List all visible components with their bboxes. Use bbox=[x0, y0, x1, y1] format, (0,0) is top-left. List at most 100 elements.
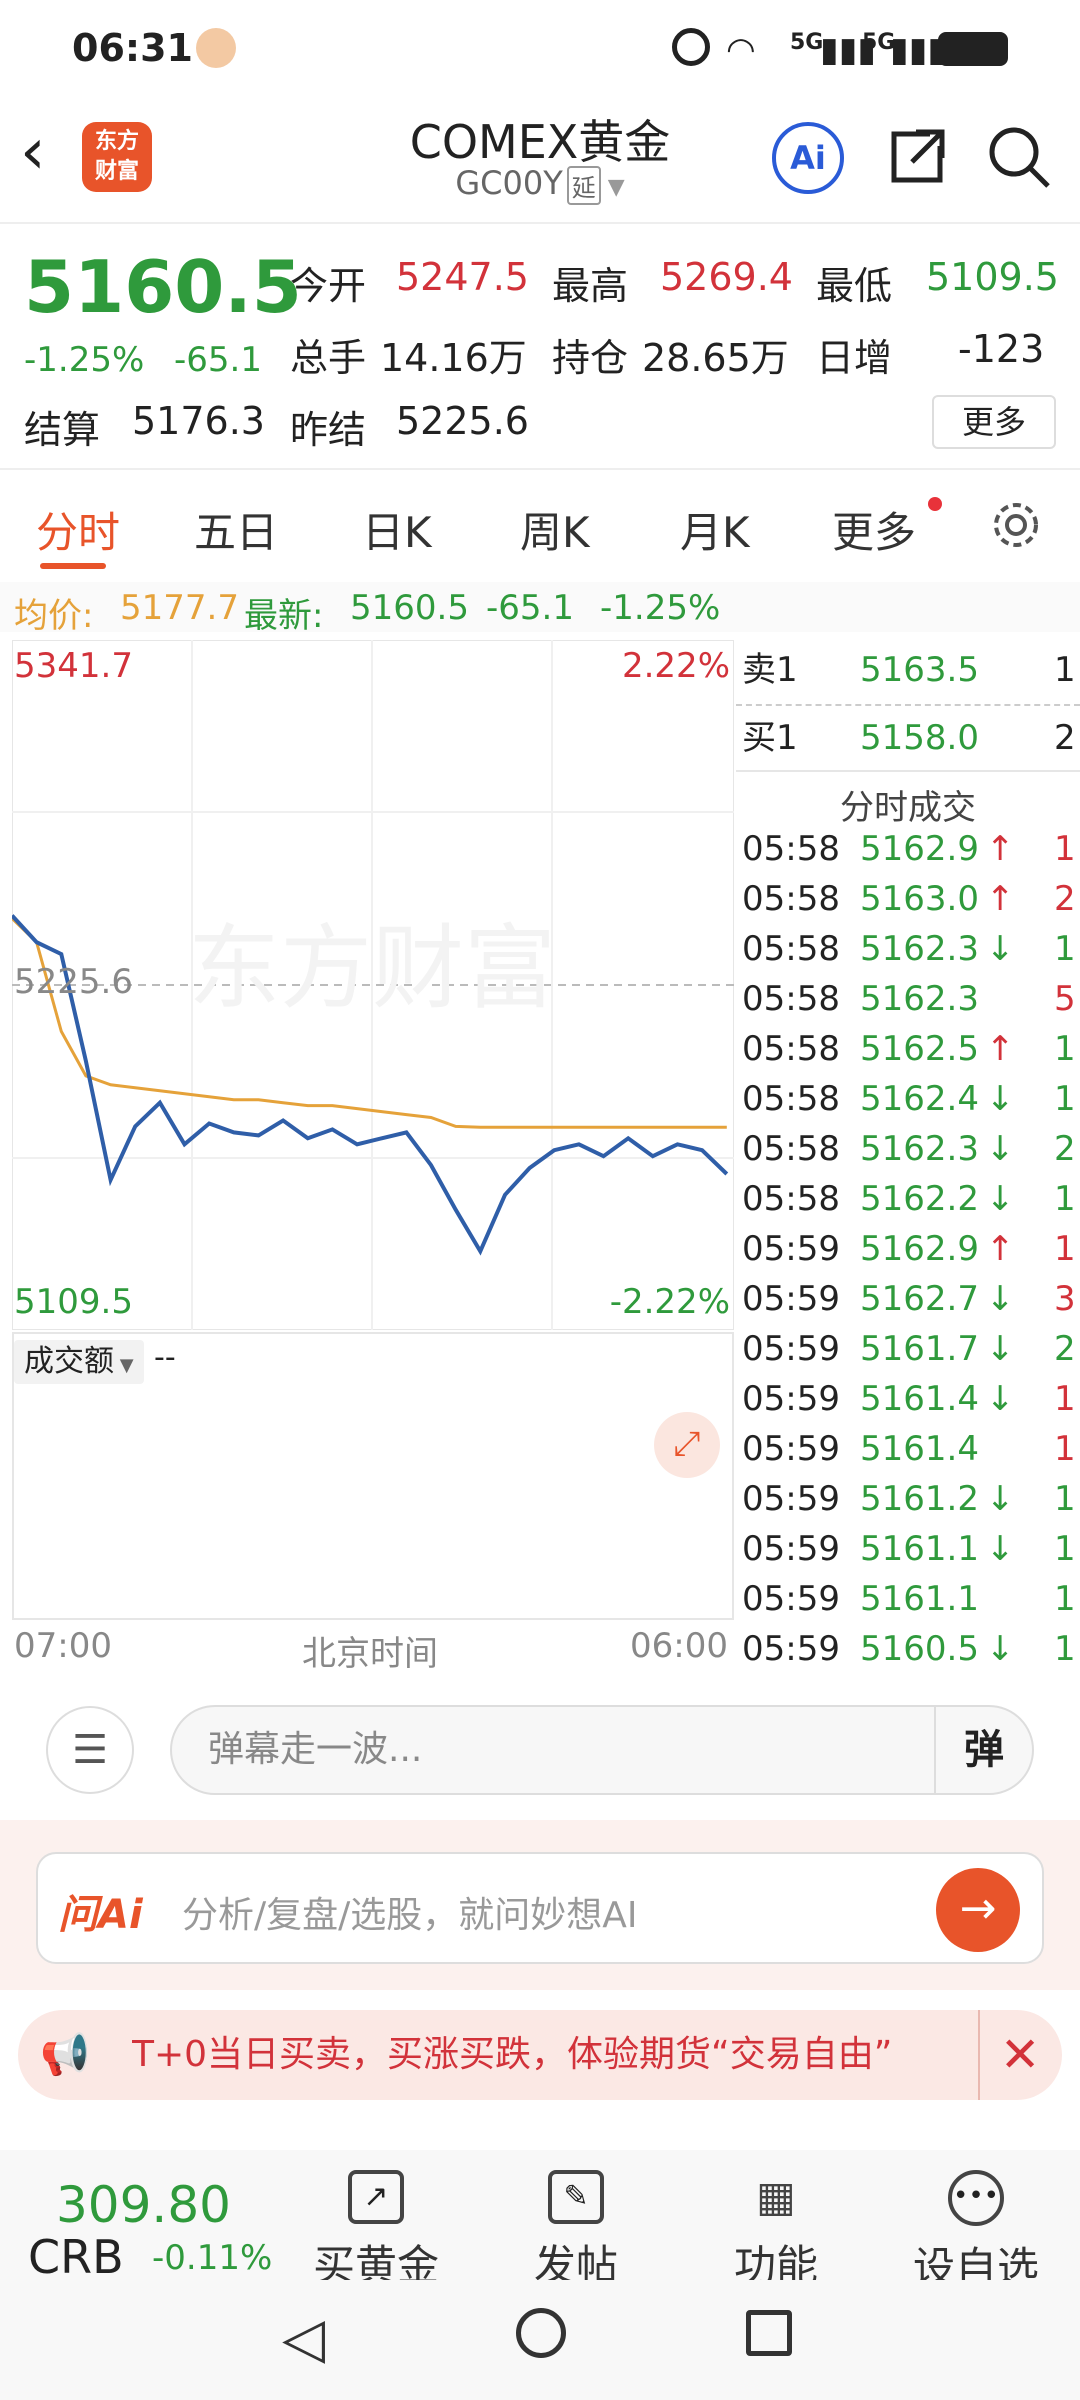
divider bbox=[0, 468, 1080, 470]
more-button[interactable]: 更多 bbox=[932, 395, 1056, 449]
change-pct: -1.25% bbox=[24, 340, 145, 380]
trade-direction-icon: ↓ bbox=[986, 1379, 1015, 1419]
trade-volume: 1 bbox=[1054, 1229, 1076, 1269]
trade-row: 05:59 5160.5 ↓ 1 bbox=[736, 1624, 1080, 1674]
nav-buy-gold[interactable]: ↗ 买黄金 bbox=[306, 2160, 446, 2293]
trade-time: 05:58 bbox=[742, 1079, 840, 1119]
close-icon[interactable]: ✕ bbox=[978, 2010, 1040, 2100]
trade-price: 5161.1 bbox=[860, 1579, 979, 1619]
open-value: 5247.5 bbox=[396, 255, 529, 299]
tab-weekly-k[interactable]: 周K bbox=[520, 499, 590, 560]
trade-row: 05:58 5162.9 ↑ 1 bbox=[736, 824, 1080, 874]
trade-direction-icon: ↑ bbox=[986, 879, 1015, 919]
intraday-chart[interactable]: 东方财富 5341.7 2.22% 5225.6 5109.5 -2.22% bbox=[12, 640, 734, 1330]
tab-intraday[interactable]: 分时 bbox=[36, 499, 120, 560]
oi-label: 持仓 bbox=[552, 336, 629, 380]
trade-row: 05:58 5162.2 ↓ 1 bbox=[736, 1174, 1080, 1224]
settle-label: 结算 bbox=[24, 408, 101, 452]
send-danmaku-button[interactable]: 弹 bbox=[934, 1707, 1032, 1793]
nav-post[interactable]: ✎ 发帖 bbox=[506, 2160, 646, 2293]
bid-label: 买1 bbox=[742, 718, 798, 758]
trade-time: 05:59 bbox=[742, 1629, 840, 1669]
tab-more[interactable]: 更多 bbox=[832, 499, 916, 560]
trade-volume: 1 bbox=[1054, 1379, 1076, 1419]
expand-icon[interactable]: ⤢ bbox=[654, 1412, 720, 1478]
settle-value: 5176.3 bbox=[132, 399, 265, 443]
volume-selector[interactable]: 成交额 ▼ bbox=[14, 1340, 144, 1384]
high-value: 5269.4 bbox=[660, 255, 793, 299]
trade-price: 5160.5 bbox=[860, 1629, 979, 1669]
trade-time: 05:59 bbox=[742, 1229, 840, 1269]
trade-volume: 3 bbox=[1054, 1279, 1076, 1319]
dropdown-icon: ▼ bbox=[600, 175, 625, 200]
system-recents-icon[interactable] bbox=[746, 2310, 792, 2356]
chat-bar: ☰ 弹幕走一波... 弹 bbox=[0, 1680, 1080, 1820]
prev-settle-label: 昨结 bbox=[290, 408, 367, 452]
trade-volume: 2 bbox=[1054, 1129, 1076, 1169]
trade-volume: 1 bbox=[1054, 1079, 1076, 1119]
trade-volume: 1 bbox=[1054, 1479, 1076, 1519]
trade-direction-icon: ↑ bbox=[986, 829, 1015, 869]
trade-time: 05:58 bbox=[742, 1129, 840, 1169]
trade-volume: 1 bbox=[1054, 929, 1076, 969]
trade-direction-icon: ↓ bbox=[986, 1279, 1015, 1319]
trade-price: 5162.3 bbox=[860, 929, 979, 969]
latest-value: 5160.5 bbox=[350, 588, 469, 628]
promo-text: T+0当日买卖，买涨买跌，体验期货“交易自由” bbox=[132, 2034, 893, 2075]
settings-gear-icon[interactable] bbox=[988, 497, 1044, 553]
system-home-icon[interactable] bbox=[516, 2308, 566, 2358]
trade-direction-icon: ↓ bbox=[986, 1529, 1015, 1569]
wifi-icon: ◠ bbox=[726, 30, 756, 70]
crb-index-widget[interactable]: 309.80 CRB -0.11% bbox=[28, 2150, 288, 2284]
low-value: 5109.5 bbox=[926, 255, 1059, 299]
quote-panel: 5160.5 -1.25% -65.1 今开 5247.5 最高 5269.4 … bbox=[0, 225, 1080, 465]
chat-settings-icon[interactable]: ☰ bbox=[46, 1706, 134, 1794]
megaphone-icon: 📢 bbox=[40, 2032, 90, 2078]
share-icon[interactable] bbox=[886, 124, 950, 188]
ai-input[interactable]: 问Ai 分析/复盘/选股，就问妙想AI → bbox=[36, 1852, 1044, 1964]
trade-row: 05:59 5161.4 ↓ 1 bbox=[736, 1374, 1080, 1424]
ai-button[interactable]: Ai bbox=[772, 122, 844, 194]
trade-row: 05:58 5162.3 ↓ 1 bbox=[736, 924, 1080, 974]
more-dots-icon: ••• bbox=[948, 2170, 1004, 2226]
last-price: 5160.5 bbox=[24, 245, 302, 329]
trade-price: 5162.7 bbox=[860, 1279, 979, 1319]
ai-submit-button[interactable]: → bbox=[936, 1868, 1020, 1952]
tab-daily-k[interactable]: 日K bbox=[362, 499, 432, 560]
divider bbox=[736, 704, 1080, 706]
tab-monthly-k[interactable]: 月K bbox=[680, 499, 750, 560]
promo-banner[interactable]: 📢 T+0当日买卖，买涨买跌，体验期货“交易自由” ✕ bbox=[18, 2010, 1062, 2100]
trade-volume: 1 bbox=[1054, 1029, 1076, 1069]
grid-icon: ▦ bbox=[756, 2172, 796, 2221]
system-back-icon[interactable]: ◁ bbox=[282, 2306, 325, 2371]
delay-tag: 延 bbox=[566, 165, 601, 205]
trade-time: 05:59 bbox=[742, 1379, 840, 1419]
edit-icon: ✎ bbox=[548, 2170, 604, 2224]
trade-row: 05:59 5161.4 1 bbox=[736, 1424, 1080, 1474]
nav-functions[interactable]: ▦ 功能 bbox=[706, 2160, 846, 2293]
volume-selector-label: 成交额 bbox=[24, 1344, 114, 1379]
trade-time: 05:58 bbox=[742, 1179, 840, 1219]
trade-direction-icon: ↑ bbox=[986, 1229, 1015, 1269]
trade-price: 5162.9 bbox=[860, 1229, 979, 1269]
tab-five-day[interactable]: 五日 bbox=[194, 499, 278, 560]
trade-price: 5161.4 bbox=[860, 1429, 979, 1469]
chart-icon: ↗ bbox=[348, 2170, 404, 2224]
trade-row: 05:59 5162.9 ↑ 1 bbox=[736, 1224, 1080, 1274]
trade-volume: 1 bbox=[1054, 829, 1076, 869]
ask-row: 卖1 5163.5 1 bbox=[736, 640, 1080, 700]
trade-price: 5162.5 bbox=[860, 1029, 979, 1069]
contract-code-text: GC00Y bbox=[455, 164, 563, 202]
search-icon[interactable] bbox=[986, 124, 1052, 190]
bid-volume: 2 bbox=[1054, 718, 1076, 758]
signal-tag-1: 5G bbox=[790, 30, 824, 55]
notification-dot bbox=[928, 497, 942, 511]
latest-change: -65.1 bbox=[486, 588, 574, 628]
volume-panel: 成交额 ▼ -- ⤢ bbox=[12, 1332, 734, 1620]
nav-add-watchlist[interactable]: ••• 设自选 bbox=[906, 2160, 1046, 2295]
chat-input[interactable]: 弹幕走一波... bbox=[170, 1705, 1034, 1795]
trade-direction-icon: ↓ bbox=[986, 1479, 1015, 1519]
change-value: -65.1 bbox=[174, 340, 262, 380]
trade-row: 05:59 5161.2 ↓ 1 bbox=[736, 1474, 1080, 1524]
trades-title: 分时成交 bbox=[736, 770, 1080, 829]
